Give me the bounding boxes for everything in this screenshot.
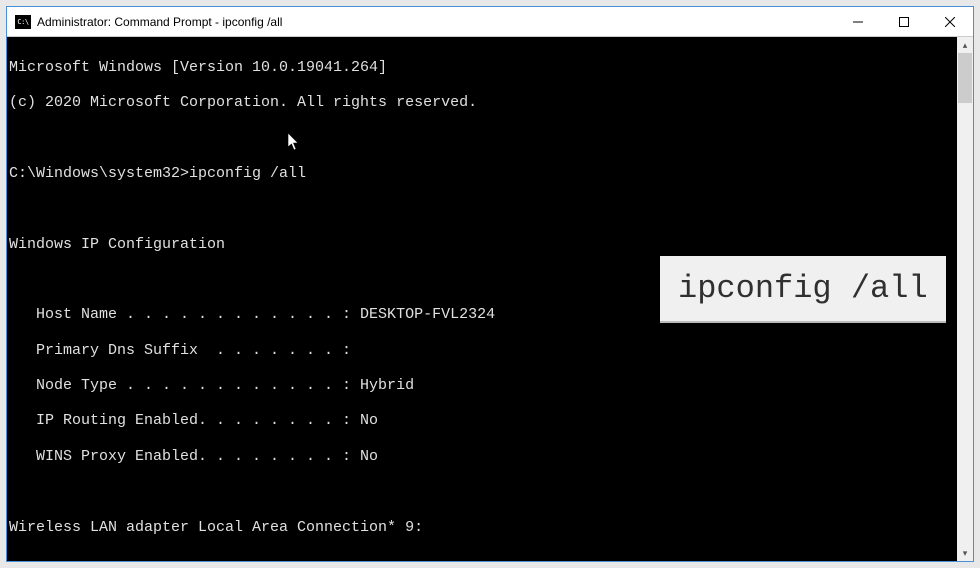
prompt-line: C:\Windows\system32>ipconfig /all (9, 165, 971, 183)
close-button[interactable] (927, 7, 973, 36)
app-icon (15, 15, 31, 29)
scrollbar-down-arrow[interactable]: ▾ (957, 545, 973, 561)
output-line: Microsoft Windows [Version 10.0.19041.26… (9, 59, 971, 77)
maximize-button[interactable] (881, 7, 927, 36)
minimize-button[interactable] (835, 7, 881, 36)
command-overlay-label: ipconfig /all (660, 256, 946, 323)
command-text: ipconfig /all (189, 165, 306, 182)
output-line (9, 483, 971, 501)
section-header: Windows IP Configuration (9, 236, 971, 254)
maximize-icon (899, 17, 909, 27)
minimize-icon (853, 17, 863, 27)
output-line (9, 554, 971, 561)
output-line: WINS Proxy Enabled. . . . . . . . : No (9, 448, 971, 466)
output-line: IP Routing Enabled. . . . . . . . : No (9, 412, 971, 430)
window-controls (835, 7, 973, 36)
close-icon (945, 17, 955, 27)
vertical-scrollbar[interactable]: ▴ ▾ (957, 37, 973, 561)
prompt: C:\Windows\system32> (9, 165, 189, 182)
window-title: Administrator: Command Prompt - ipconfig… (37, 15, 835, 29)
titlebar[interactable]: Administrator: Command Prompt - ipconfig… (7, 7, 973, 37)
scrollbar-up-arrow[interactable]: ▴ (957, 37, 973, 53)
output-line (9, 200, 971, 218)
output-line: Primary Dns Suffix . . . . . . . : (9, 342, 971, 360)
section-header: Wireless LAN adapter Local Area Connecti… (9, 519, 971, 537)
output-line: (c) 2020 Microsoft Corporation. All righ… (9, 94, 971, 112)
output-line (9, 129, 971, 147)
output-line: Node Type . . . . . . . . . . . . : Hybr… (9, 377, 971, 395)
scrollbar-thumb[interactable] (958, 53, 972, 103)
